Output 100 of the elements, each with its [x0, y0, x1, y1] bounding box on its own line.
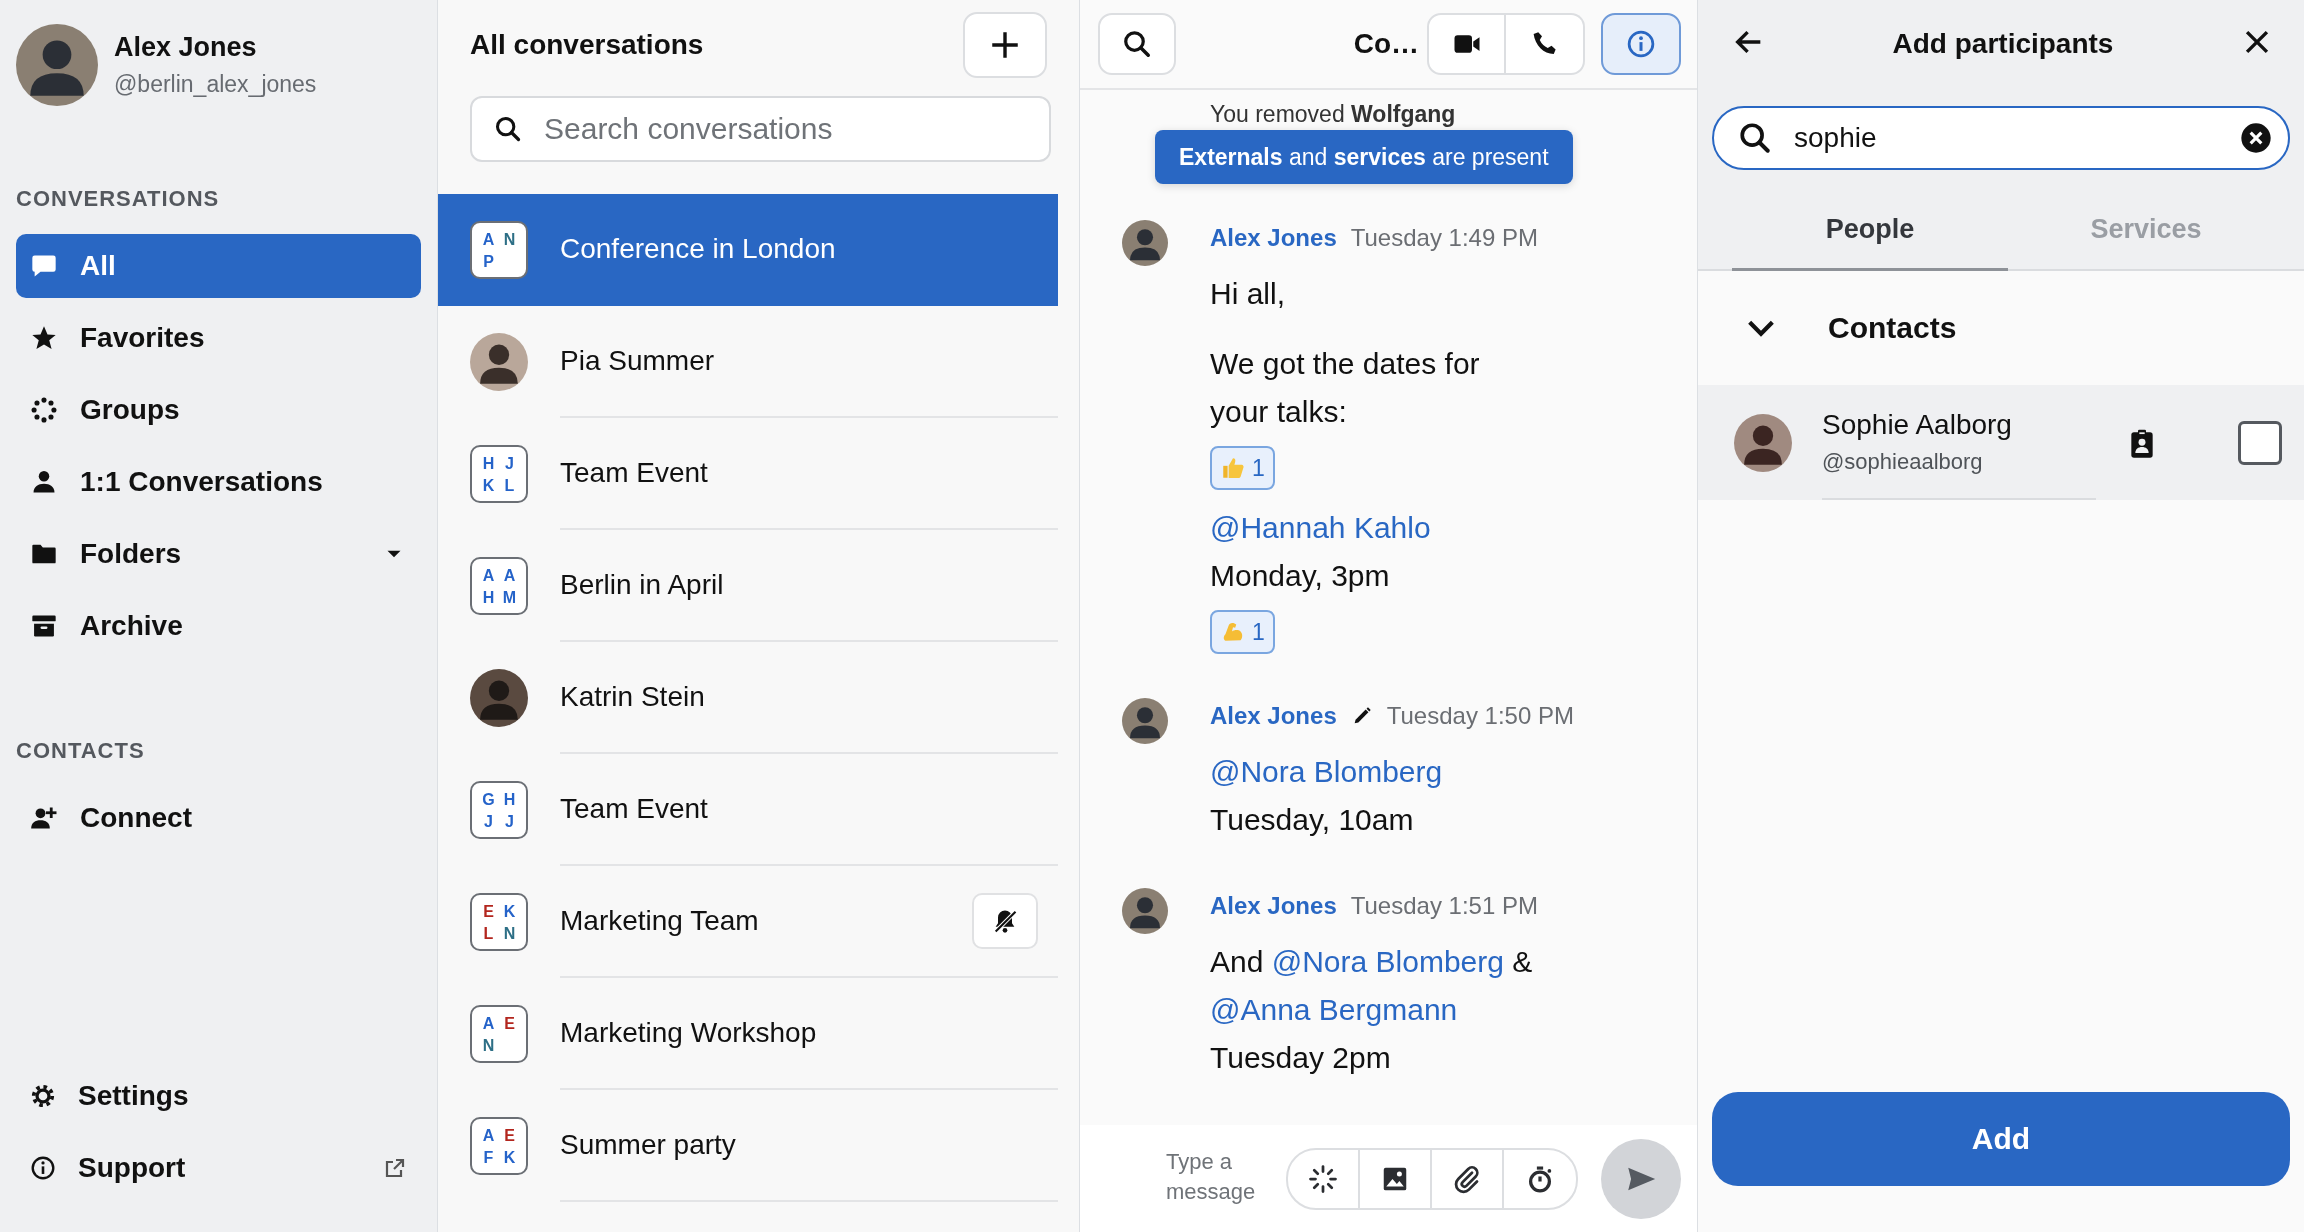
nav-item[interactable]: 1:1 Conversations	[16, 450, 421, 514]
avatar-initial: K	[481, 476, 496, 496]
user-handle: @berlin_alex_jones	[114, 71, 317, 98]
avatar-initial: E	[503, 1126, 516, 1146]
nav-item[interactable]: Connect	[16, 786, 421, 850]
sender-name[interactable]: Alex Jones	[1210, 224, 1337, 252]
avatar-initial: H	[481, 588, 496, 608]
system-message: You removed Wolfgang	[1210, 100, 1457, 128]
search-button[interactable]	[1098, 13, 1176, 75]
sparkle-icon	[1308, 1163, 1338, 1194]
avatar-initial: E	[503, 1014, 516, 1034]
nav-item[interactable]: Groups	[16, 378, 421, 442]
section-label: CONTACTS	[16, 738, 145, 764]
search-icon	[1122, 29, 1152, 59]
avatar	[1122, 220, 1168, 266]
sender-name[interactable]: Alex Jones	[1210, 702, 1337, 730]
conversation-name: Summer party	[560, 1129, 736, 1161]
clear-icon	[2240, 122, 2272, 154]
conversation-name: Berlin in April	[560, 569, 724, 601]
contact-row[interactable]: Sophie Aalborg @sophieaalborg	[1698, 385, 2304, 500]
conversation-item[interactable]: Katrin Stein	[438, 642, 1058, 754]
reaction-chip[interactable]: 1	[1210, 446, 1275, 490]
search-field[interactable]: Search conversations	[470, 96, 1051, 162]
nav-item[interactable]: All	[16, 234, 421, 298]
paperclip-icon	[1452, 1163, 1482, 1194]
avatar-initial: A	[481, 1126, 496, 1146]
muted-button[interactable]	[972, 893, 1038, 949]
list-title: All conversations	[470, 29, 704, 61]
avatar-initial: H	[481, 454, 496, 474]
message-time: Tuesday 1:50 PM	[1386, 702, 1574, 730]
section-title: Contacts	[1828, 311, 1957, 345]
avatar-initial: J	[504, 812, 515, 832]
checkbox[interactable]	[2238, 420, 2282, 465]
notice-banner: Externals and services are present	[1155, 130, 1573, 184]
video-call-button[interactable]	[1427, 13, 1506, 75]
nav-item[interactable]: Favorites	[16, 306, 421, 370]
tab[interactable]: People	[1732, 190, 2008, 271]
settings-icon	[30, 1083, 56, 1109]
info-icon	[30, 1155, 56, 1181]
nav-item[interactable]: Settings	[16, 1064, 421, 1128]
nav-item[interactable]: Archive	[16, 594, 421, 658]
mention-link[interactable]: @Hannah Kahlo	[1210, 511, 1431, 544]
avatar-initial: F	[482, 1148, 495, 1168]
message-text: Hi all,	[1210, 277, 1285, 310]
thumbs-up-icon	[1220, 455, 1246, 481]
conversation-item[interactable]: A E N Marketing Workshop	[438, 978, 1058, 1090]
conversation-item[interactable]: H J K L Team Event	[438, 418, 1058, 530]
search-field[interactable]: sophie	[1712, 106, 2290, 170]
conversation-item[interactable]: G H J J Team Event	[438, 754, 1058, 866]
mention-link[interactable]: @Anna Bergmann	[1210, 993, 1458, 1026]
message-time: Tuesday 1:51 PM	[1350, 892, 1538, 920]
avatar-initial: A	[481, 1014, 496, 1034]
message-text: &	[1512, 945, 1533, 978]
conversation-item[interactable]: A N P Conference in London	[438, 194, 1058, 306]
conversation-item[interactable]: E K L N Marketing Team	[438, 866, 1058, 978]
avatar-initial: N	[502, 230, 517, 250]
conversation-name: Team Event	[560, 457, 708, 489]
avatar	[470, 333, 528, 391]
avatar-initial: K	[502, 902, 517, 922]
message-text: We got the dates for your talks:	[1210, 347, 1480, 428]
mention-link[interactable]: @Nora Blomberg	[1210, 755, 1443, 788]
avatar-initial: A	[481, 566, 496, 586]
avatar-initial: N	[502, 924, 517, 944]
search-icon	[494, 115, 522, 143]
new-conversation-button[interactable]	[963, 12, 1047, 78]
conversation-item[interactable]: Pia Summer	[438, 306, 1058, 418]
reaction-chip[interactable]: 1	[1210, 610, 1275, 654]
dots-icon	[30, 396, 58, 424]
avatar-initial: A	[502, 566, 517, 586]
avatar	[1734, 413, 1792, 472]
info-icon	[1626, 29, 1656, 59]
avatar-initial: J	[483, 812, 494, 832]
search-icon	[1738, 121, 1772, 155]
sender-name[interactable]: Alex Jones	[1210, 892, 1337, 920]
avatar-initial: J	[504, 454, 515, 474]
message-text: And	[1210, 945, 1264, 978]
section-label: CONVERSATIONS	[16, 186, 220, 212]
avatar-initial: P	[482, 252, 495, 272]
message-text: Tuesday, 10am	[1210, 803, 1414, 836]
avatar-initial: A	[481, 230, 496, 250]
avatar-initial: L	[503, 476, 516, 496]
message-time: Tuesday 1:49 PM	[1350, 224, 1538, 252]
avatar-initial: G	[481, 790, 496, 810]
conversation-name: Pia Summer	[560, 345, 715, 377]
avatar	[1122, 888, 1168, 934]
call-button[interactable]	[1506, 13, 1585, 75]
avatar-initial: H	[502, 790, 517, 810]
nav-item[interactable]: Support	[16, 1136, 421, 1200]
panel-title: Add participants	[1892, 28, 2114, 60]
avatar-initial: E	[482, 902, 495, 922]
conversation-item[interactable]: A A H M Berlin in April	[438, 530, 1058, 642]
conversation-item[interactable]: A E F K Summer party	[438, 1090, 1058, 1202]
conversation-name: Marketing Workshop	[560, 1017, 817, 1049]
nav-item[interactable]: Folders	[16, 522, 421, 586]
add-button[interactable]: Add	[1712, 1092, 2290, 1186]
conversation-name: Conference in London	[560, 233, 836, 265]
message-field[interactable]: Type a message	[1166, 1146, 1276, 1211]
mention-link[interactable]: @Nora Blomberg	[1271, 945, 1504, 978]
info-button[interactable]	[1601, 13, 1681, 75]
contact-name: Sophie Aalborg	[1822, 408, 2013, 441]
